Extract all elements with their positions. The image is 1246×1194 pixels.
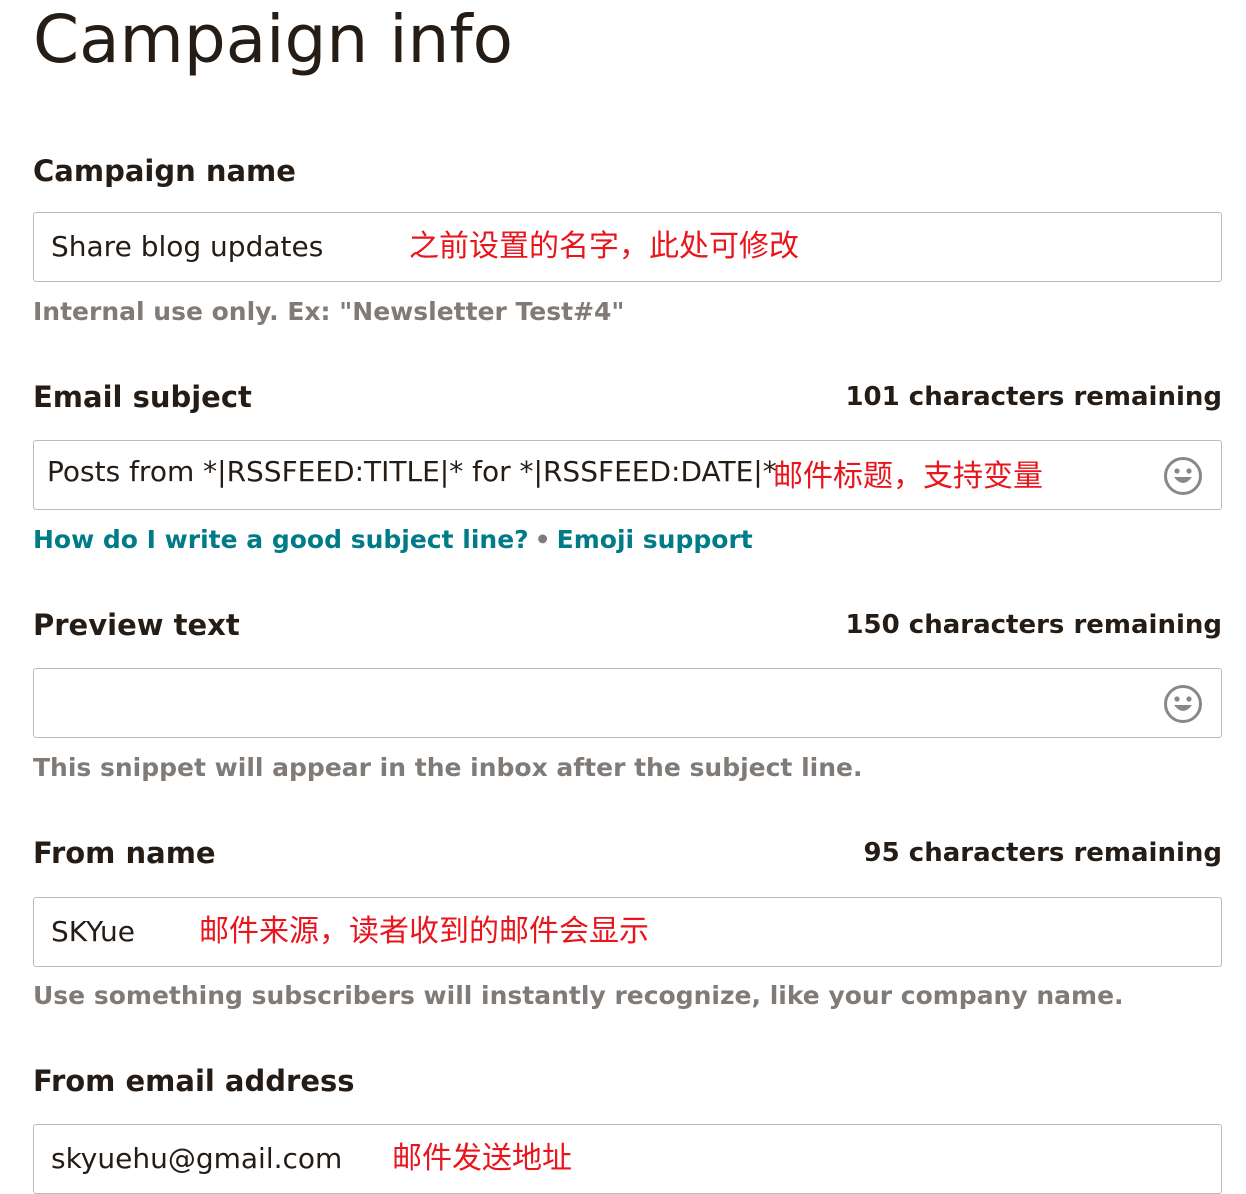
email-subject-input[interactable]: Posts from *|RSSFEED:TITLE|* for *|RSSFE… xyxy=(33,440,1222,510)
campaign-name-helper: Internal use only. Ex: "Newsletter Test#… xyxy=(33,297,625,326)
from-name-section: From name 95 characters remaining SKYue … xyxy=(33,833,1222,1010)
email-subject-section: Email subject 101 characters remaining P… xyxy=(33,377,1222,554)
from-name-label: From name xyxy=(33,836,216,870)
preview-text-helper: This snippet will appear in the inbox af… xyxy=(33,753,863,782)
campaign-name-label: Campaign name xyxy=(33,154,296,188)
from-name-input[interactable]: SKYue 邮件来源，读者收到的邮件会显示 xyxy=(33,897,1222,967)
preview-text-char-count: 150 characters remaining xyxy=(845,610,1222,640)
link-separator: • xyxy=(534,525,551,554)
from-email-input[interactable]: skyuehu@gmail.com 邮件发送地址 xyxy=(33,1124,1222,1194)
campaign-name-header: Campaign name xyxy=(33,151,1222,191)
preview-text-header: Preview text 150 characters remaining xyxy=(33,605,1222,645)
preview-text-section: Preview text 150 characters remaining Th… xyxy=(33,605,1222,782)
email-subject-label: Email subject xyxy=(33,380,252,414)
emoji-support-link[interactable]: Emoji support xyxy=(557,525,753,554)
preview-text-input[interactable] xyxy=(33,668,1222,738)
from-name-value: SKYue xyxy=(51,915,135,948)
from-email-annotation: 邮件发送地址 xyxy=(392,1141,572,1176)
subject-line-help-link[interactable]: How do I write a good subject line? xyxy=(33,525,529,554)
email-subject-links: How do I write a good subject line? • Emoj… xyxy=(33,523,753,557)
from-email-label: From email address xyxy=(33,1064,355,1098)
campaign-name-annotation: 之前设置的名字，此处可修改 xyxy=(409,229,799,264)
campaign-name-section: Campaign name Share blog updates 之前设置的名字… xyxy=(33,151,1222,326)
campaign-name-input[interactable]: Share blog updates 之前设置的名字，此处可修改 xyxy=(33,212,1222,282)
email-subject-value: Posts from *|RSSFEED:TITLE|* for *|RSSFE… xyxy=(47,455,777,488)
from-email-value: skyuehu@gmail.com xyxy=(51,1142,343,1175)
email-subject-char-count: 101 characters remaining xyxy=(845,382,1222,412)
emoji-smile-icon[interactable] xyxy=(1163,684,1203,724)
from-name-helper: Use something subscribers will instantly… xyxy=(33,981,1124,1010)
campaign-name-value: Share blog updates xyxy=(51,230,324,263)
from-email-header: From email address xyxy=(33,1061,1222,1101)
from-name-char-count: 95 characters remaining xyxy=(863,838,1222,868)
from-name-header: From name 95 characters remaining xyxy=(33,833,1222,873)
email-subject-header: Email subject 101 characters remaining xyxy=(33,377,1222,417)
from-name-annotation: 邮件来源，读者收到的邮件会显示 xyxy=(199,914,649,949)
email-subject-annotation: 邮件标题，支持变量 xyxy=(773,459,1043,494)
preview-text-label: Preview text xyxy=(33,608,240,642)
page-title: Campaign info xyxy=(33,1,513,78)
from-email-section: From email address skyuehu@gmail.com 邮件发… xyxy=(33,1061,1222,1194)
emoji-smile-icon[interactable] xyxy=(1163,456,1203,496)
